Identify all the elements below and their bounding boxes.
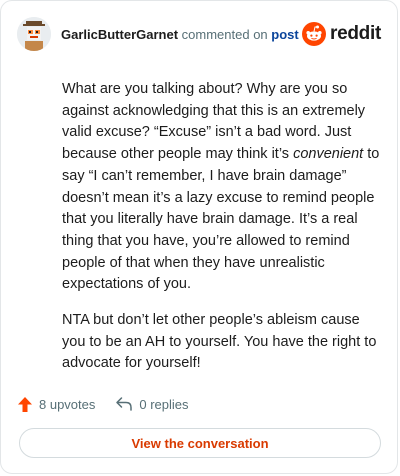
comment-paragraph: NTA but don’t let other people’s ableism…	[62, 312, 377, 372]
comment-header: GarlicButterGarnet commented on post red…	[17, 17, 381, 51]
action-text: commented on	[181, 26, 268, 42]
post-link[interactable]: post	[271, 27, 298, 42]
username-link[interactable]: GarlicButterGarnet	[61, 27, 178, 42]
avatar-icon[interactable]	[17, 17, 51, 51]
reddit-logo-icon	[302, 22, 327, 46]
replies-stat[interactable]: 0 replies	[115, 396, 189, 412]
comment-body: What are you talking about? Why are you …	[62, 79, 381, 389]
comment-paragraph: What are you talking about? Why are you …	[62, 81, 380, 293]
reddit-wordmark: reddit	[330, 23, 381, 44]
replies-count: 0 replies	[139, 396, 189, 412]
upvotes-count: 8 upvotes	[39, 396, 96, 412]
comment-attribution: GarlicButterGarnet commented on post	[61, 27, 299, 42]
upvotes-stat[interactable]: 8 upvotes	[17, 396, 95, 413]
upvote-arrow-icon	[18, 396, 32, 412]
view-conversation-button[interactable]: View the conversation	[19, 428, 381, 458]
comment-embed-card: GarlicButterGarnet commented on post red…	[0, 0, 398, 474]
comment-footer: 8 upvotes 0 replies	[17, 393, 209, 415]
reply-arrow-icon	[116, 397, 133, 411]
emphasis-text: convenient	[293, 146, 364, 163]
reddit-logo[interactable]: reddit	[302, 22, 381, 46]
